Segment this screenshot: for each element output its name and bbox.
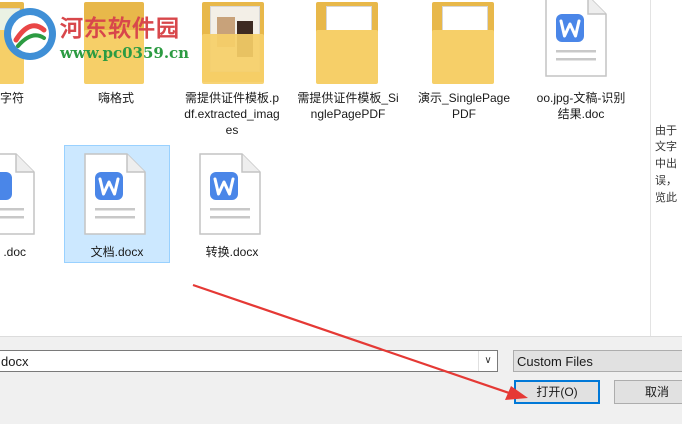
file-type-select[interactable]: Custom Files (513, 350, 682, 372)
folder-front (432, 30, 494, 84)
preview-text: 文字 (655, 141, 677, 153)
folder-item-yanshi[interactable]: 演示_SinglePagePDF (412, 0, 516, 124)
preview-pane: 由于 文字 中出 误， 览此 (650, 0, 682, 336)
file-label: 需提供证件模板_SinglePagePDF (297, 91, 399, 121)
folder-item-singlepagepdf[interactable]: 需提供证件模板_SinglePagePDF (296, 0, 400, 124)
dialog-bottom-bar: docx ∨ Custom Files 打开(O) 取消 (0, 336, 682, 424)
word-document-icon (199, 153, 261, 235)
watermark-logo: 河东软件园 www.pc0359.cn (2, 4, 200, 66)
file-type-value: Custom Files (517, 354, 593, 369)
logo-icon (4, 8, 56, 60)
file-label: 需提供证件模板.pdf.extracted_images (184, 91, 280, 137)
file-label: 转换.docx (205, 245, 259, 259)
preview-text: 览此 (655, 192, 677, 204)
cancel-button[interactable]: 取消 (614, 380, 682, 404)
word-file-item-zhuanhuan[interactable]: 转换.docx (180, 146, 284, 262)
word-document-icon (545, 0, 607, 77)
folder-front (202, 34, 264, 84)
preview-text: 由于 (655, 125, 677, 137)
file-label: .doc (3, 245, 26, 259)
watermark-url: www.pc0359.cn (60, 44, 190, 62)
word-document-icon (84, 153, 146, 235)
watermark-title: 河东软件园 (60, 15, 180, 42)
file-label: 嗨格式 (97, 91, 134, 105)
preview-text: 中出 (655, 158, 677, 170)
file-label: 演示_SinglePagePDF (417, 91, 511, 121)
folder-front (316, 30, 378, 84)
filename-value: docx (1, 354, 29, 369)
open-button[interactable]: 打开(O) (514, 380, 600, 404)
filename-input[interactable]: docx ∨ (0, 350, 498, 372)
word-file-item-wendang[interactable]: 文档.docx (64, 145, 170, 263)
file-label: 文档.docx (90, 245, 144, 259)
chevron-down-icon[interactable]: ∨ (478, 351, 497, 371)
word-document-icon (0, 153, 35, 235)
file-label: 字符 (0, 91, 24, 105)
word-file-item-oo-jpg[interactable]: oo.jpg-文稿-识别结果.doc (528, 0, 632, 124)
word-file-item-doc[interactable]: .doc (0, 146, 52, 262)
preview-text: 误， (655, 175, 677, 187)
file-label: oo.jpg-文稿-识别结果.doc (536, 91, 626, 121)
